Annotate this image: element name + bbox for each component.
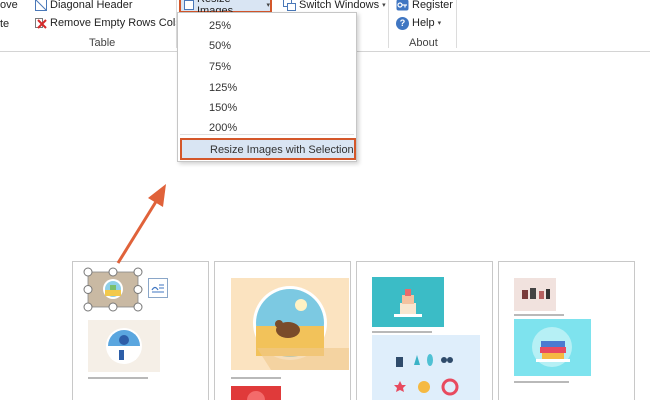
menu-item-200[interactable]: 200% — [178, 118, 356, 138]
menu-item-25[interactable]: 25% — [178, 16, 356, 36]
menu-item-resize-with-selection[interactable]: Resize Images with Selection — [180, 138, 356, 160]
menu-item-150[interactable]: 150% — [178, 98, 356, 118]
menu-item-50[interactable]: 50% — [178, 36, 356, 56]
menu-item-125[interactable]: 125% — [178, 78, 356, 98]
menu-item-75[interactable]: 75% — [178, 57, 356, 77]
resize-images-dropdown: 25% 50% 75% 125% 150% 200% Resize Images… — [177, 12, 357, 162]
menu-separator — [180, 134, 354, 135]
